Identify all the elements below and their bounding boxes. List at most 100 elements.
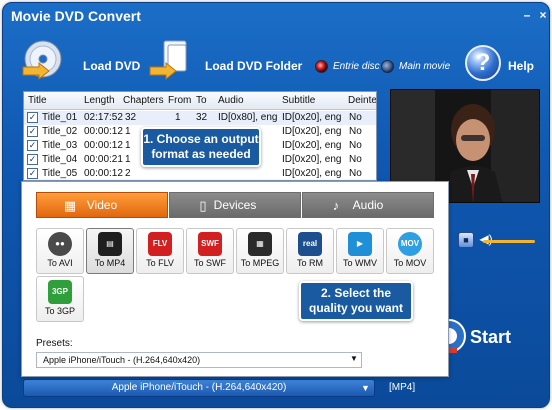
format-label: To RM <box>296 258 323 268</box>
row-from: 1 <box>175 112 181 123</box>
load-dvd-folder-icon[interactable] <box>148 37 196 83</box>
mov-icon: MOV <box>398 232 422 256</box>
format-label: To MPEG <box>240 258 280 268</box>
column-title[interactable]: Title <box>28 95 47 106</box>
row-deinterlace: No <box>349 168 362 179</box>
help-icon[interactable]: ? <box>465 45 501 81</box>
tab-video[interactable]: ▦ Video <box>36 192 168 218</box>
main-movie-label[interactable]: Main movie <box>399 61 450 72</box>
snapshot-icon[interactable]: ■ <box>458 232 474 248</box>
format-panel: ▦ Video ▯ Devices ♪ Audio ●● To AVI ▤ To… <box>21 181 449 377</box>
format-avi[interactable]: ●● To AVI <box>36 228 84 274</box>
format-label: To WMV <box>342 258 377 268</box>
format-label: To FLV <box>146 258 174 268</box>
entire-disc-radio[interactable] <box>315 60 328 73</box>
close-button[interactable]: × <box>537 9 549 21</box>
row-chapters: 1 <box>125 126 131 137</box>
chevron-down-icon[interactable]: ▼ <box>350 354 358 363</box>
presets-select[interactable]: Apple iPhone/iTouch - (H.264,640x420) <box>36 352 362 368</box>
format-mov[interactable]: MOV To MOV <box>386 228 434 274</box>
row-checkbox[interactable]: ✓ <box>27 168 38 179</box>
chevron-down-icon[interactable]: ▼ <box>361 383 370 393</box>
film-reel-icon: ●● <box>48 232 72 256</box>
row-length: 00:00:21 <box>84 154 123 165</box>
row-checkbox[interactable]: ✓ <box>27 112 38 123</box>
column-audio[interactable]: Audio <box>218 95 244 106</box>
row-deinterlace: No <box>349 126 362 137</box>
device-tab-icon: ▯ <box>199 198 207 213</box>
column-from[interactable]: From <box>168 95 191 106</box>
table-row[interactable]: ✓ Title_01 02:17:52 32 1 32 ID[0x80], en… <box>24 111 376 125</box>
row-subtitle: ID[0x20], eng <box>282 168 342 179</box>
format-flv[interactable]: FLV To FLV <box>136 228 184 274</box>
minimize-button[interactable]: – <box>521 9 533 21</box>
format-mpeg[interactable]: ▦ To MPEG <box>236 228 284 274</box>
row-audio: ID[0x80], eng <box>218 112 278 123</box>
tab-audio[interactable]: ♪ Audio <box>302 192 434 218</box>
help-label[interactable]: Help <box>508 59 534 73</box>
format-tabs: ▦ Video ▯ Devices ♪ Audio <box>36 192 434 218</box>
row-checkbox[interactable]: ✓ <box>27 126 38 137</box>
row-chapters: 32 <box>125 112 137 123</box>
window-title: Movie DVD Convert <box>11 8 141 24</box>
tab-devices-label: Devices <box>213 198 257 212</box>
callout-two: 2. Select the quality you want <box>299 281 413 321</box>
flv-icon: FLV <box>148 232 172 256</box>
format-wmv[interactable]: ▶ To WMV <box>336 228 384 274</box>
row-length: 00:00:12 <box>84 140 123 151</box>
clapper-icon: ▦ <box>248 232 272 256</box>
load-dvd-label[interactable]: Load DVD <box>83 59 140 73</box>
swf-icon: SWF <box>198 232 222 256</box>
row-length: 00:00:12 <box>84 168 123 179</box>
column-to[interactable]: To <box>196 95 207 106</box>
presets-label: Presets: <box>36 338 73 349</box>
row-deinterlace: No <box>349 154 362 165</box>
column-chapters[interactable]: Chapters <box>123 95 164 106</box>
format-rm[interactable]: real To RM <box>286 228 334 274</box>
start-label[interactable]: Start <box>470 327 511 348</box>
row-subtitle: ID[0x20], eng <box>282 126 342 137</box>
row-chapters: 2 <box>125 168 131 179</box>
row-chapters: 1 <box>125 140 131 151</box>
entire-disc-label[interactable]: Entrie disc <box>333 61 380 72</box>
output-profile-select[interactable]: Apple iPhone/iTouch - (H.264,640x420) <box>23 379 375 397</box>
format-label: To SWF <box>193 258 226 268</box>
format-mp4[interactable]: ▤ To MP4 <box>86 228 134 274</box>
row-title: Title_02 <box>42 126 78 137</box>
format-label: To MP4 <box>94 258 126 268</box>
volume-slider[interactable] <box>483 240 535 243</box>
column-length[interactable]: Length <box>84 95 115 106</box>
row-deinterlace: No <box>349 112 362 123</box>
row-length: 00:00:12 <box>84 126 123 137</box>
load-dvd-icon[interactable] <box>21 37 69 83</box>
clapperboard-icon: ▤ <box>98 232 122 256</box>
video-tab-icon: ▦ <box>63 198 77 213</box>
format-label: To MOV <box>393 258 427 268</box>
format-3gp[interactable]: 3GP To 3GP <box>36 276 84 322</box>
row-title: Title_03 <box>42 140 78 151</box>
row-chapters: 1 <box>125 154 131 165</box>
table-row[interactable]: ✓ Title_05 00:00:12 2 ID[0x20], eng No <box>24 167 376 180</box>
phone-icon: 3GP <box>48 280 72 304</box>
row-checkbox[interactable]: ✓ <box>27 154 38 165</box>
column-deinterlace[interactable]: Deinterl <box>348 95 376 106</box>
format-swf[interactable]: SWF To SWF <box>186 228 234 274</box>
callout-one: 1. Choose an output format as needed <box>141 127 261 167</box>
tab-video-label: Video <box>86 198 118 212</box>
real-icon: real <box>298 232 322 256</box>
load-dvd-folder-label[interactable]: Load DVD Folder <box>205 59 302 73</box>
music-note-icon: ♪ <box>332 198 340 213</box>
main-movie-radio[interactable] <box>381 60 394 73</box>
tab-devices[interactable]: ▯ Devices <box>169 192 301 218</box>
row-title: Title_05 <box>42 168 78 179</box>
title-bar: Movie DVD Convert – × <box>3 3 549 29</box>
column-subtitle[interactable]: Subtitle <box>282 95 315 106</box>
row-title: Title_01 <box>42 112 78 123</box>
row-deinterlace: No <box>349 140 362 151</box>
row-title: Title_04 <box>42 154 78 165</box>
table-header: Title Length Chapters From To Audio Subt… <box>24 92 376 110</box>
row-to: 32 <box>196 112 208 123</box>
format-tag: [MP4] <box>389 382 416 393</box>
wmv-icon: ▶ <box>348 232 372 256</box>
row-checkbox[interactable]: ✓ <box>27 140 38 151</box>
